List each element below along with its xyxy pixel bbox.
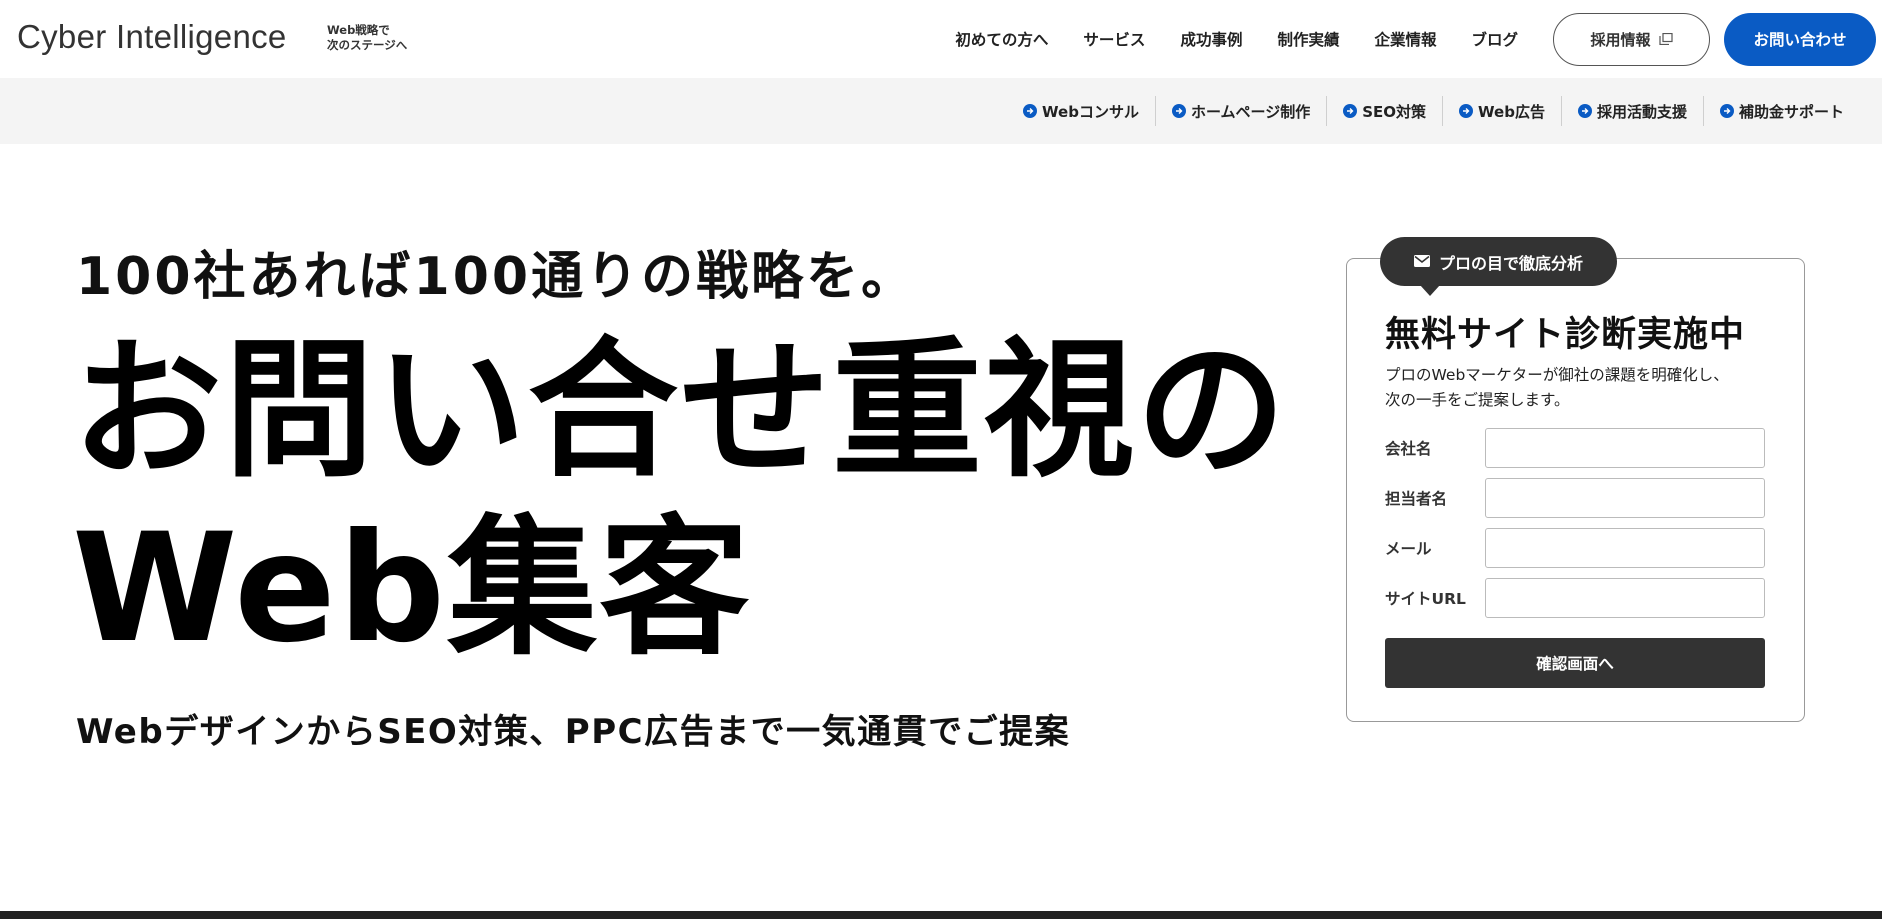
hero-subtitle: 100社あれば100通りの戦略を。 [76,247,917,307]
subnav-item-web-consulting[interactable]: Webコンサル [1007,96,1155,126]
form-row-company: 会社名 [1385,428,1765,468]
nav-case-studies[interactable]: 成功事例 [1180,28,1242,50]
form-badge-label: プロの目で徹底分析 [1438,253,1583,273]
nav-works[interactable]: 制作実績 [1277,28,1339,50]
form-title: 無料サイト診断実施中 [1385,315,1746,355]
subnav-item-recruiting[interactable]: 採用活動支援 [1560,96,1703,126]
site-logo[interactable]: Cyber Intelligence [17,18,287,56]
contact-person-label: 担当者名 [1385,490,1448,508]
email-input[interactable] [1485,528,1765,568]
subnav-item-label: Web広告 [1478,102,1545,121]
confirm-button[interactable]: 確認画面へ [1385,638,1765,688]
hero-title-line-2: Web集客 [72,502,752,676]
service-subnav-list: Webコンサル ホームページ制作 SEO対策 Web広告 採用活動支援 補助金サ… [1007,78,1860,144]
arrow-right-icon [1171,104,1186,118]
form-row-contact-person: 担当者名 [1385,478,1765,518]
form-row-site-url: サイトURL [1385,578,1765,618]
company-input[interactable] [1485,428,1765,468]
subnav-item-label: 採用活動支援 [1596,102,1687,121]
subnav-item-label: ホームページ制作 [1190,102,1311,121]
subnav-item-web-ads[interactable]: Web広告 [1442,96,1561,126]
nav-services[interactable]: サービス [1083,28,1145,50]
subnav-item-label: 補助金サポート [1738,102,1844,121]
subnav-item-subsidy[interactable]: 補助金サポート [1702,96,1860,126]
subnav-item-label: Webコンサル [1042,102,1139,121]
nav-blog[interactable]: ブログ [1471,28,1518,50]
recruit-button-label: 採用情報 [1590,30,1651,49]
form-description-line-2: 次の一手をご提案します。 [1385,391,1570,409]
tagline-line-1: Web戦略で [327,23,390,37]
contact-button[interactable]: お問い合わせ [1724,12,1876,66]
subnav-item-seo[interactable]: SEO対策 [1326,96,1442,126]
site-header: Cyber Intelligence Web戦略で 次のステージへ 初めての方へ… [0,0,1882,78]
service-subnav: Webコンサル ホームページ制作 SEO対策 Web広告 採用活動支援 補助金サ… [0,78,1882,144]
subnav-item-label: SEO対策 [1362,102,1427,121]
mail-icon [1413,252,1430,271]
recruit-button[interactable]: 採用情報 [1553,12,1710,66]
arrow-right-icon [1343,104,1358,118]
site-url-label: サイトURL [1385,590,1466,608]
email-label: メール [1385,540,1432,558]
hero-media-strip [0,911,1882,919]
site-url-input[interactable] [1485,578,1765,618]
arrow-right-icon [1023,104,1038,118]
hero-title: お問い合せ重視の Web集客 [72,322,1288,678]
form-description-line-1: プロのWebマーケターが御社の課題を明確化し、 [1385,366,1729,384]
nav-first-time[interactable]: 初めての方へ [955,28,1048,50]
main-nav: 初めての方へ サービス 成功事例 制作実績 企業情報 ブログ 採用情報 お問い合… [955,0,1882,78]
arrow-right-icon [1577,104,1592,118]
hero-description: WebデザインからSEO対策、PPC広告まで一気通貫でご提案 [76,712,1071,752]
hero-title-line-1: お問い合せ重視の [72,324,1289,498]
site-tagline: Web戦略で 次のステージへ [327,23,407,53]
form-badge: プロの目で徹底分析 [1380,237,1617,296]
nav-company[interactable]: 企業情報 [1374,28,1436,50]
form-row-email: メール [1385,528,1765,568]
contact-person-input[interactable] [1485,478,1765,518]
arrow-right-icon [1719,104,1734,118]
subnav-item-homepage[interactable]: ホームページ制作 [1154,96,1326,126]
external-link-icon [1658,33,1673,45]
arrow-right-icon [1459,104,1474,118]
form-description: プロのWebマーケターが御社の課題を明確化し、 次の一手をご提案します。 [1385,363,1785,413]
tagline-line-2: 次のステージへ [327,38,408,52]
company-label: 会社名 [1385,440,1432,458]
